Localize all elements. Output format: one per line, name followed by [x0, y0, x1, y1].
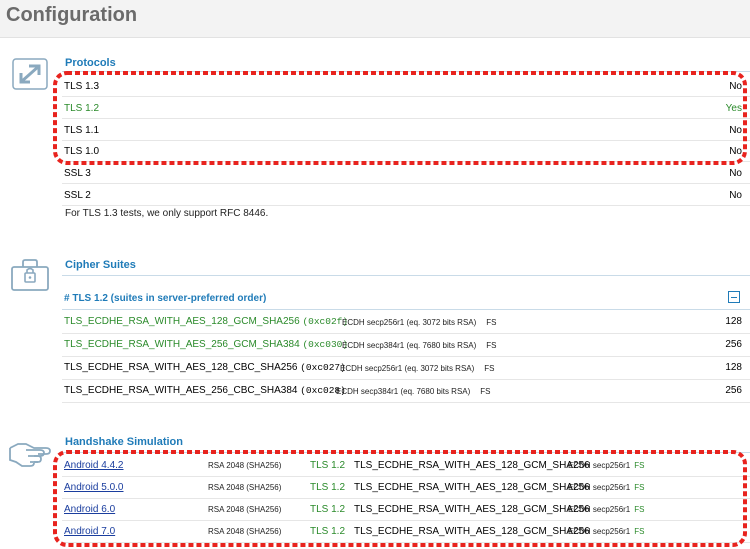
- protocol-version: TLS 1.2: [310, 526, 346, 537]
- protocol-row-tls13: TLS 1.3 No: [62, 75, 750, 97]
- kex-info: ECDH secp256r1 FS: [568, 461, 644, 470]
- cert-info: RSA 2048 (SHA256): [208, 483, 282, 492]
- cipher-kex-text: ECDH secp384r1 (eq. 7680 bits RSA): [336, 387, 471, 396]
- cipher-kex: ECDH secp384r1 (eq. 7680 bits RSA) FS: [342, 341, 497, 350]
- kex-info: ECDH secp256r1 FS: [568, 483, 644, 492]
- collapse-minus-icon[interactable]: [728, 291, 740, 303]
- cipher-kex-text: ECDH secp256r1 (eq. 3072 bits RSA): [342, 318, 477, 327]
- fs-label: FS: [486, 318, 497, 327]
- protocol-value: No: [729, 81, 742, 92]
- protocol-value: No: [729, 125, 742, 136]
- cipher-suites-heading: Cipher Suites: [65, 259, 136, 271]
- client-link[interactable]: Android 5.0.0: [64, 482, 124, 493]
- fs-label: FS: [634, 483, 645, 492]
- cipher-suite: TLS_ECDHE_RSA_WITH_AES_128_GCM_SHA256: [354, 482, 590, 493]
- cipher-name: TLS_ECDHE_RSA_WITH_AES_256_GCM_SHA384 (0…: [64, 339, 348, 350]
- client-link[interactable]: Android 6.0: [64, 504, 115, 515]
- expand-arrows-icon: [12, 58, 48, 90]
- cipher-bits: 256: [725, 385, 742, 396]
- cipher-suite-name: TLS_ECDHE_RSA_WITH_AES_128_GCM_SHA256: [64, 316, 300, 327]
- cipher-name: TLS_ECDHE_RSA_WITH_AES_128_CBC_SHA256 (0…: [64, 362, 346, 373]
- cert-info: RSA 2048 (SHA256): [208, 461, 282, 470]
- protocol-name: TLS 1.3: [64, 81, 100, 92]
- fs-label: FS: [634, 527, 645, 536]
- cipher-row: TLS_ECDHE_RSA_WITH_AES_256_CBC_SHA384 (0…: [62, 380, 750, 403]
- kex-info: ECDH secp256r1 FS: [568, 527, 644, 536]
- handshake-row: Android 6.0 RSA 2048 (SHA256) TLS 1.2 TL…: [62, 499, 750, 521]
- fs-label: FS: [484, 364, 495, 373]
- fs-label: FS: [480, 387, 491, 396]
- handshake-row: Android 7.0 RSA 2048 (SHA256) TLS 1.2 TL…: [62, 521, 750, 543]
- cipher-suite: TLS_ECDHE_RSA_WITH_AES_128_GCM_SHA256: [354, 504, 590, 515]
- client-link[interactable]: Android 4.4.2: [64, 460, 124, 471]
- cipher-suite: TLS_ECDHE_RSA_WITH_AES_128_GCM_SHA256: [354, 460, 590, 471]
- client-link[interactable]: Android 7.0: [64, 526, 115, 537]
- cipher-kex: ECDH secp256r1 (eq. 3072 bits RSA) FS: [340, 364, 495, 373]
- cipher-row: TLS_ECDHE_RSA_WITH_AES_128_GCM_SHA256 (0…: [62, 311, 750, 334]
- handshake-rule: [62, 452, 750, 453]
- kex-text: ECDH secp256r1: [568, 461, 631, 470]
- cipher-bits: 256: [725, 339, 742, 350]
- protocol-name: SSL 2: [64, 190, 91, 201]
- protocol-version: TLS 1.2: [310, 482, 346, 493]
- cipher-kex-text: ECDH secp384r1 (eq. 7680 bits RSA): [342, 341, 477, 350]
- kex-info: ECDH secp256r1 FS: [568, 505, 644, 514]
- handshake-icon: [9, 443, 51, 467]
- handshake-heading: Handshake Simulation: [65, 436, 183, 448]
- protocol-name: TLS 1.2: [64, 103, 100, 114]
- cipher-kex: ECDH secp256r1 (eq. 3072 bits RSA) FS: [342, 318, 497, 327]
- protocol-name: TLS 1.0: [64, 146, 100, 157]
- cipher-suites-subheading: # TLS 1.2 (suites in server-preferred or…: [64, 293, 267, 304]
- protocols-note: For TLS 1.3 tests, we only support RFC 8…: [65, 208, 269, 219]
- fs-label: FS: [634, 505, 645, 514]
- protocol-row-ssl2: SSL 2 No: [62, 184, 750, 206]
- fs-label: FS: [634, 461, 645, 470]
- fs-label: FS: [486, 341, 497, 350]
- protocol-value: No: [729, 168, 742, 179]
- protocol-row-ssl3: SSL 3 No: [62, 162, 750, 184]
- cert-info: RSA 2048 (SHA256): [208, 527, 282, 536]
- cipher-suites-rule: [62, 275, 750, 276]
- cipher-suite-name: TLS_ECDHE_RSA_WITH_AES_256_CBC_SHA384: [64, 385, 298, 396]
- kex-text: ECDH secp256r1: [568, 527, 631, 536]
- kex-text: ECDH secp256r1: [568, 483, 631, 492]
- cipher-bits: 128: [725, 362, 742, 373]
- protocol-value: No: [729, 190, 742, 201]
- cipher-suite: TLS_ECDHE_RSA_WITH_AES_128_GCM_SHA256: [354, 526, 590, 537]
- title-bar: Configuration: [0, 0, 750, 38]
- cipher-suites-subheader: # TLS 1.2 (suites in server-preferred or…: [62, 288, 750, 310]
- cipher-name: TLS_ECDHE_RSA_WITH_AES_128_GCM_SHA256 (0…: [64, 316, 348, 327]
- cert-info: RSA 2048 (SHA256): [208, 505, 282, 514]
- cipher-kex-text: ECDH secp256r1 (eq. 3072 bits RSA): [340, 364, 475, 373]
- cipher-row: TLS_ECDHE_RSA_WITH_AES_128_CBC_SHA256 (0…: [62, 357, 750, 380]
- handshake-row: Android 5.0.0 RSA 2048 (SHA256) TLS 1.2 …: [62, 477, 750, 499]
- cipher-suite-name: TLS_ECDHE_RSA_WITH_AES_128_CBC_SHA256: [64, 362, 298, 373]
- protocol-name: TLS 1.1: [64, 125, 100, 136]
- protocol-value: Yes: [725, 103, 742, 114]
- cipher-row: TLS_ECDHE_RSA_WITH_AES_256_GCM_SHA384 (0…: [62, 334, 750, 357]
- protocols-rule: [62, 71, 750, 72]
- protocol-name: SSL 3: [64, 168, 91, 179]
- page-title: Configuration: [6, 4, 138, 26]
- protocol-version: TLS 1.2: [310, 504, 346, 515]
- cipher-kex: ECDH secp384r1 (eq. 7680 bits RSA) FS: [336, 387, 491, 396]
- protocol-row-tls12: TLS 1.2 Yes: [62, 97, 750, 119]
- protocol-row-tls10: TLS 1.0 No: [62, 140, 750, 162]
- cipher-hex: (0xc027): [300, 362, 346, 373]
- cipher-name: TLS_ECDHE_RSA_WITH_AES_256_CBC_SHA384 (0…: [64, 385, 346, 396]
- protocols-heading: Protocols: [65, 57, 116, 69]
- cipher-bits: 128: [725, 316, 742, 327]
- protocol-row-tls11: TLS 1.1 No: [62, 119, 750, 141]
- lock-briefcase-icon: [11, 259, 49, 291]
- kex-text: ECDH secp256r1: [568, 505, 631, 514]
- protocol-value: No: [729, 146, 742, 157]
- cipher-suite-name: TLS_ECDHE_RSA_WITH_AES_256_GCM_SHA384: [64, 339, 300, 350]
- protocol-version: TLS 1.2: [310, 460, 346, 471]
- handshake-row: Android 4.4.2 RSA 2048 (SHA256) TLS 1.2 …: [62, 455, 750, 477]
